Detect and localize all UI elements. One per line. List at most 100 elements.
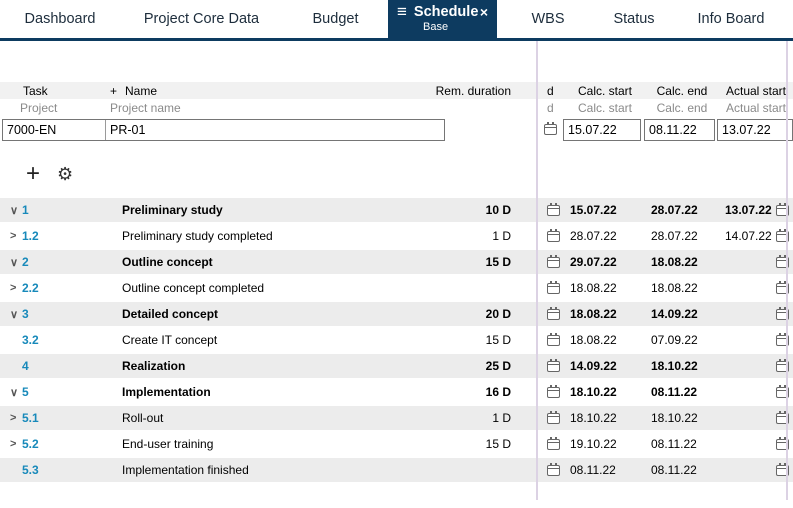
- table-row[interactable]: 3.2 Create IT concept 15 D 18.08.22 07.0…: [0, 328, 793, 352]
- task-name[interactable]: Outline concept completed: [100, 281, 459, 295]
- filter-label-project: Project: [20, 101, 58, 115]
- table-row[interactable]: > 2.2 Outline concept completed 18.08.22…: [0, 276, 793, 300]
- task-number[interactable]: 3: [22, 307, 100, 321]
- task-name[interactable]: Detailed concept: [100, 307, 459, 321]
- chevron-down-icon[interactable]: ∨: [0, 308, 22, 321]
- column-header-rem-duration[interactable]: Rem. duration: [391, 84, 511, 98]
- task-calc-end: 08.11.22: [651, 437, 697, 451]
- task-name[interactable]: Realization: [100, 359, 459, 373]
- task-name[interactable]: End-user training: [100, 437, 459, 451]
- hamburger-menu-icon[interactable]: ≡: [397, 3, 407, 20]
- filter-label-calc-start: Calc. start: [577, 101, 632, 115]
- calendar-icon[interactable]: [547, 280, 560, 294]
- calendar-icon[interactable]: [547, 228, 560, 242]
- calendar-icon[interactable]: [547, 306, 560, 320]
- add-task-button[interactable]: +: [26, 162, 40, 186]
- calendar-icon[interactable]: [547, 410, 560, 424]
- task-number[interactable]: 5.1: [22, 411, 100, 425]
- chevron-right-icon[interactable]: >: [0, 438, 22, 450]
- actual-start-input[interactable]: [717, 118, 793, 141]
- task-name[interactable]: Roll-out: [100, 411, 459, 425]
- chevron-down-icon[interactable]: ∨: [0, 204, 22, 217]
- task-name[interactable]: Create IT concept: [100, 333, 459, 347]
- task-number[interactable]: 5.2: [22, 437, 100, 451]
- task-calc-end: 07.09.22: [651, 333, 698, 347]
- chevron-right-icon[interactable]: >: [0, 412, 22, 424]
- task-number[interactable]: 2.2: [22, 281, 100, 295]
- pane-splitter[interactable]: [786, 41, 788, 500]
- task-rem-duration: 15 D: [485, 333, 511, 347]
- task-number[interactable]: 1.2: [22, 229, 100, 243]
- calendar-icon[interactable]: [547, 462, 560, 476]
- task-number[interactable]: 1: [22, 203, 100, 217]
- project-id-input[interactable]: [3, 119, 105, 140]
- task-rem-duration: 25 D: [485, 359, 511, 373]
- calendar-icon[interactable]: [547, 436, 560, 450]
- chevron-right-icon[interactable]: >: [0, 230, 22, 242]
- filter-input-row: [0, 117, 793, 142]
- column-header-calc-end[interactable]: Calc. end: [645, 84, 719, 98]
- task-calc-end: 08.11.22: [651, 463, 697, 477]
- column-header-name[interactable]: + Name: [100, 84, 391, 98]
- table-row[interactable]: > 5.1 Roll-out 1 D 18.10.22 18.10.22: [0, 406, 793, 430]
- task-name[interactable]: Preliminary study: [100, 203, 459, 217]
- task-number[interactable]: 2: [22, 255, 100, 269]
- task-calc-end: 18.08.22: [651, 255, 698, 269]
- tab-wbs[interactable]: WBS: [497, 0, 599, 38]
- tab-info-board[interactable]: Info Board: [669, 0, 793, 38]
- task-calc-start: 18.08.22: [570, 333, 617, 347]
- table-row[interactable]: ∨ 3 Detailed concept 20 D 18.08.22 14.09…: [0, 302, 793, 326]
- table-row[interactable]: ∨ 5 Implementation 16 D 18.10.22 08.11.2…: [0, 380, 793, 404]
- table-row[interactable]: > 5.2 End-user training 15 D 19.10.22 08…: [0, 432, 793, 456]
- task-name[interactable]: Outline concept: [100, 255, 459, 269]
- calc-end-input[interactable]: [644, 118, 715, 141]
- pane-splitter[interactable]: [536, 41, 538, 500]
- calendar-icon[interactable]: [544, 122, 557, 135]
- tab-dashboard[interactable]: Dashboard: [0, 0, 120, 38]
- task-name[interactable]: Preliminary study completed: [100, 229, 459, 243]
- gear-icon[interactable]: ⚙: [57, 163, 73, 185]
- chevron-down-icon[interactable]: ∨: [0, 256, 22, 269]
- table-row[interactable]: ∨ 1 Preliminary study 10 D 15.07.22 28.0…: [0, 198, 793, 222]
- calendar-icon[interactable]: [547, 384, 560, 398]
- chevron-down-icon[interactable]: ∨: [0, 386, 22, 399]
- task-calc-start: 18.08.22: [570, 281, 617, 295]
- calendar-icon[interactable]: [547, 332, 560, 346]
- column-header-task[interactable]: Task: [0, 84, 100, 98]
- column-header-actual-start[interactable]: Actual start: [719, 84, 793, 98]
- calc-start-input[interactable]: [563, 118, 641, 141]
- filter-label-calc-end: Calc. end: [656, 101, 708, 115]
- tab-status[interactable]: Status: [599, 0, 669, 38]
- task-number[interactable]: 5: [22, 385, 100, 399]
- table-row[interactable]: > 1.2 Preliminary study completed 1 D 28…: [0, 224, 793, 248]
- table-row[interactable]: 5.3 Implementation finished 08.11.22 08.…: [0, 458, 793, 482]
- task-calc-start: 28.07.22: [570, 229, 617, 243]
- table-row[interactable]: 4 Realization 25 D 14.09.22 18.10.22: [0, 354, 793, 378]
- column-header-clipped: d: [547, 83, 554, 98]
- task-name[interactable]: Implementation finished: [100, 463, 459, 477]
- project-filter-box: [2, 118, 445, 141]
- table-row[interactable]: ∨ 2 Outline concept 15 D 29.07.22 18.08.…: [0, 250, 793, 274]
- task-number[interactable]: 5.3: [22, 463, 100, 477]
- task-rem-duration: 16 D: [485, 385, 511, 399]
- tab-budget[interactable]: Budget: [283, 0, 388, 38]
- column-header-calc-start[interactable]: Calc. start: [565, 84, 645, 98]
- tab-schedule-active[interactable]: ≡ Schedule × Base: [388, 0, 497, 38]
- close-icon[interactable]: ×: [480, 5, 488, 19]
- task-number[interactable]: 4: [22, 359, 100, 373]
- chevron-right-icon[interactable]: >: [0, 282, 22, 294]
- calendar-icon[interactable]: [547, 254, 560, 268]
- calendar-icon[interactable]: [547, 202, 560, 216]
- add-column-icon[interactable]: +: [110, 84, 117, 98]
- project-name-input[interactable]: [105, 119, 444, 140]
- task-calc-end: 18.08.22: [651, 281, 698, 295]
- tab-project-core-data[interactable]: Project Core Data: [120, 0, 283, 38]
- tab-bar: Dashboard Project Core Data Budget ≡ Sch…: [0, 0, 793, 38]
- filter-label-clipped: d: [547, 101, 554, 115]
- calendar-icon[interactable]: [547, 358, 560, 372]
- task-rem-duration: 1 D: [492, 411, 511, 425]
- task-calc-start: 19.10.22: [570, 437, 617, 451]
- task-name[interactable]: Implementation: [100, 385, 459, 399]
- filter-header-row: Project Project name d Calc. start Calc.…: [0, 99, 793, 117]
- task-number[interactable]: 3.2: [22, 333, 100, 347]
